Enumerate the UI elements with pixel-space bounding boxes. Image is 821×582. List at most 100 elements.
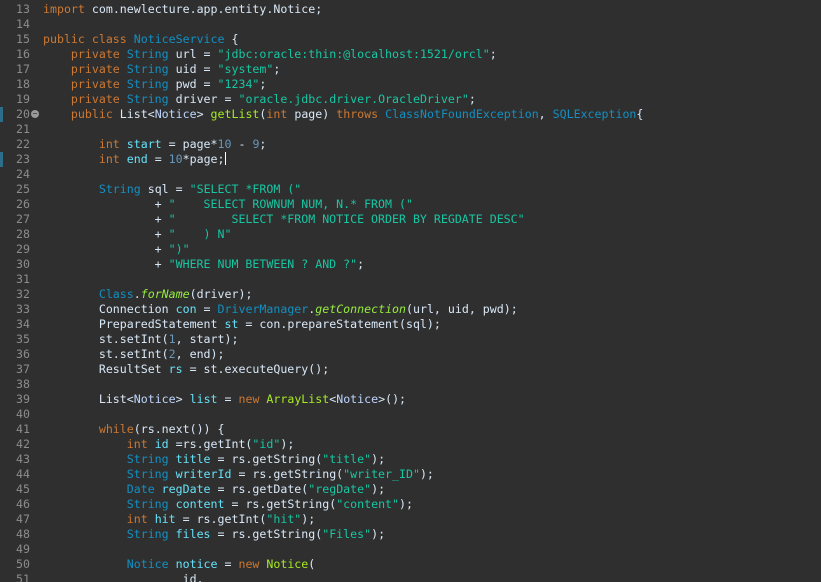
code-token: (driver); (189, 287, 253, 301)
code-token: NoticeService (133, 32, 225, 46)
fold-toggle-icon[interactable]: − (31, 110, 39, 118)
code-editor[interactable]: 13 14 15 16 17 18 19 20−21 22 23 24 25 26 27 28 29 30 31 3… (0, 0, 821, 582)
code-line[interactable]: private String driver = "oracle.jdbc.dri… (43, 92, 476, 107)
code-token: int (43, 437, 155, 451)
code-token: Notice (43, 557, 169, 571)
line-number: 37 (16, 362, 30, 376)
code-token: { (224, 32, 239, 46)
code-line[interactable]: String sql = "SELECT *FROM (" (43, 182, 301, 197)
code-line[interactable]: String files = rs.getString("Files"); (43, 527, 385, 542)
code-token: = rs.getString( (210, 452, 323, 466)
code-token: ClassNotFoundException (385, 107, 539, 121)
code-token: ; (259, 137, 267, 151)
code-line[interactable]: Notice notice = new Notice( (43, 557, 316, 572)
code-token: = (217, 557, 239, 571)
code-token: page) (287, 107, 337, 121)
code-token: private (43, 92, 127, 106)
code-line[interactable]: while(rs.next()) { (43, 422, 225, 437)
code-line[interactable]: int start = page*10 - 9; (43, 137, 267, 152)
code-token: (rs.next()) { (133, 422, 225, 436)
code-line[interactable]: private String uid = "system"; (43, 62, 280, 77)
code-token: id, (43, 572, 204, 582)
code-line[interactable]: ResultSet rs = st.executeQuery(); (43, 362, 329, 377)
code-token: "title" (322, 452, 372, 466)
line-number: 14 (16, 17, 30, 31)
code-token: "SELECT *FROM (" (189, 182, 302, 196)
code-token: pwd = (168, 77, 218, 91)
code-token: ; (259, 77, 267, 91)
line-number: 38 (16, 377, 30, 391)
code-line[interactable]: + " SELECT ROWNUM NUM, N.* FROM (" (43, 197, 413, 212)
line-number: 45 (16, 482, 30, 496)
code-token: String (43, 182, 141, 196)
code-text-area[interactable]: import com.newlecture.app.entity.Notice;… (40, 0, 821, 582)
code-token: ); (399, 497, 413, 511)
code-line[interactable]: Connection con = DriverManager.getConnec… (43, 302, 518, 317)
code-line[interactable]: id, (43, 572, 204, 582)
code-line[interactable]: + " ) N" (43, 227, 232, 242)
code-token: con (175, 302, 197, 316)
code-token: driver = (168, 92, 239, 106)
text-cursor (224, 152, 226, 165)
code-line[interactable]: st.setInt(1, start); (43, 332, 239, 347)
code-token: ; (357, 257, 365, 271)
code-token: id (154, 437, 169, 451)
code-line[interactable]: List<Notice> list = new ArrayList<Notice… (43, 392, 406, 407)
code-line[interactable]: private String pwd = "1234"; (43, 77, 267, 92)
code-line[interactable]: Class.forName(driver); (43, 287, 253, 302)
code-token: st.setInt( (43, 347, 169, 361)
code-line[interactable]: int hit = rs.getInt("hit"); (43, 512, 316, 527)
code-token: "system" (217, 62, 274, 76)
code-token: private (43, 62, 127, 76)
code-line[interactable]: String title = rs.getString("title"); (43, 452, 385, 467)
code-token: + (43, 257, 169, 271)
code-line[interactable]: String writerId = rs.getString("writer_I… (43, 467, 434, 482)
code-line[interactable]: private String url = "jdbc:oracle:thin:@… (43, 47, 497, 62)
code-token: sql = (140, 182, 190, 196)
code-token: rs (168, 362, 183, 376)
code-token: String (126, 92, 169, 106)
code-line[interactable]: Date regDate = rs.getDate("regDate"); (43, 482, 385, 497)
code-token: com.newlecture.app.entity.Notice; (91, 2, 323, 16)
code-token: + (43, 212, 169, 226)
code-token: new (238, 392, 267, 406)
code-line[interactable]: st.setInt(2, end); (43, 347, 225, 362)
code-token: > (196, 107, 211, 121)
code-token: (url, uid, pwd); (406, 302, 518, 316)
line-number: 27 (16, 212, 30, 226)
line-number: 18 (16, 77, 30, 91)
code-token: + (43, 242, 169, 256)
code-token: ArrayList (266, 392, 330, 406)
line-number: 17 (16, 62, 30, 76)
code-token: = (147, 152, 169, 166)
line-number-gutter[interactable]: 13 14 15 16 17 18 19 20−21 22 23 24 25 26 27 28 29 30 31 3… (0, 0, 40, 582)
code-line[interactable]: int id =rs.getInt("id"); (43, 437, 295, 452)
code-line[interactable]: + " SELECT *FROM NOTICE ORDER BY REGDATE… (43, 212, 525, 227)
code-line[interactable]: PreparedStatement st = con.prepareStatem… (43, 317, 441, 332)
code-line[interactable]: int end = 10*page; (43, 152, 226, 167)
line-number: 42 (16, 437, 30, 451)
code-token: new (238, 557, 267, 571)
code-line[interactable]: public List<Notice> getList(int page) th… (43, 107, 643, 122)
code-token: DriverManager (217, 302, 309, 316)
code-token: getConnection (315, 302, 407, 316)
code-token: { (636, 107, 644, 121)
line-number: 15 (16, 32, 30, 46)
code-line[interactable]: + "WHERE NUM BETWEEN ? AND ?"; (43, 257, 364, 272)
code-line[interactable]: public class NoticeService { (43, 32, 238, 47)
code-token: start (126, 137, 162, 151)
code-token: , (538, 107, 553, 121)
code-token: "Files" (322, 527, 372, 541)
code-token: String (126, 62, 169, 76)
line-number: 51 (16, 572, 30, 582)
code-line[interactable]: import com.newlecture.app.entity.Notice; (43, 2, 322, 17)
line-number: 20 (16, 107, 30, 121)
code-token: "writer_ID" (343, 467, 420, 481)
code-line[interactable]: String content = rs.getString("content")… (43, 497, 413, 512)
code-token: files (175, 527, 211, 541)
code-token: >(); (378, 392, 407, 406)
code-line[interactable]: + ")" (43, 242, 190, 257)
code-token: ; (489, 47, 497, 61)
code-token: , end); (175, 347, 225, 361)
code-token: ; (273, 62, 281, 76)
